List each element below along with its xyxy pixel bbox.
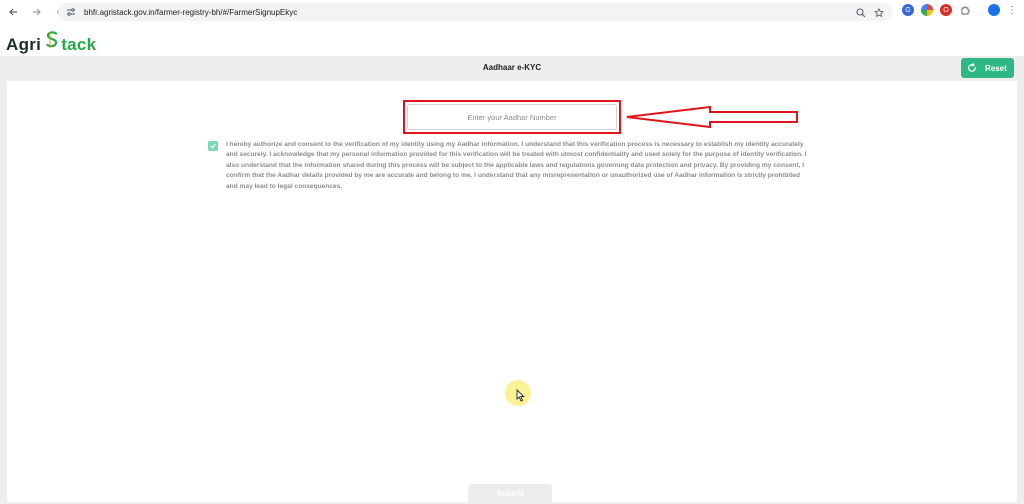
page-title: Aadhaar e-KYC	[482, 63, 542, 72]
annotation-arrow-icon	[626, 105, 798, 129]
mouse-pointer-icon	[516, 389, 525, 402]
more-menu-icon[interactable]: ⋮	[1006, 4, 1018, 16]
submit-button[interactable]: Submit	[468, 484, 552, 504]
url-text[interactable]: bhfr.agristack.gov.in/farmer-registry-bh…	[84, 8, 297, 17]
extension-color-icon[interactable]	[921, 4, 933, 16]
agristack-logo[interactable]: Agri tack	[6, 30, 96, 55]
site-info-icon[interactable]	[64, 5, 78, 19]
logo-text-stack: tack	[61, 35, 97, 54]
consent-text: I hereby authorize and consent to the ve…	[226, 141, 807, 190]
consent-checkbox[interactable]	[208, 141, 218, 151]
logo-s-mark-icon	[46, 31, 58, 48]
address-bar[interactable]: bhfr.agristack.gov.in/farmer-registry-bh…	[58, 3, 892, 21]
page-title-bar: Aadhaar e-KYC	[0, 56, 1024, 81]
extension-o-icon[interactable]: O	[940, 4, 952, 16]
browser-toolbar: bhfr.agristack.gov.in/farmer-registry-bh…	[0, 0, 1024, 24]
back-arrow-icon[interactable]	[5, 4, 21, 20]
checkmark-icon	[210, 143, 216, 149]
refresh-icon	[968, 63, 976, 72]
forward-arrow-icon[interactable]	[29, 4, 45, 20]
extension-g-icon[interactable]: G	[902, 4, 914, 16]
profile-avatar-icon[interactable]	[988, 4, 1000, 16]
reset-button-label: Reset	[985, 63, 1007, 73]
extensions-puzzle-icon[interactable]	[959, 4, 971, 16]
bookmark-star-icon[interactable]	[873, 5, 885, 23]
app-header: Agri tack	[0, 24, 1024, 56]
annotation-highlight-box	[403, 100, 621, 134]
zoom-icon[interactable]	[856, 5, 866, 23]
logo-text-agri: Agri	[6, 35, 42, 54]
reset-button[interactable]: Reset	[961, 58, 1014, 78]
